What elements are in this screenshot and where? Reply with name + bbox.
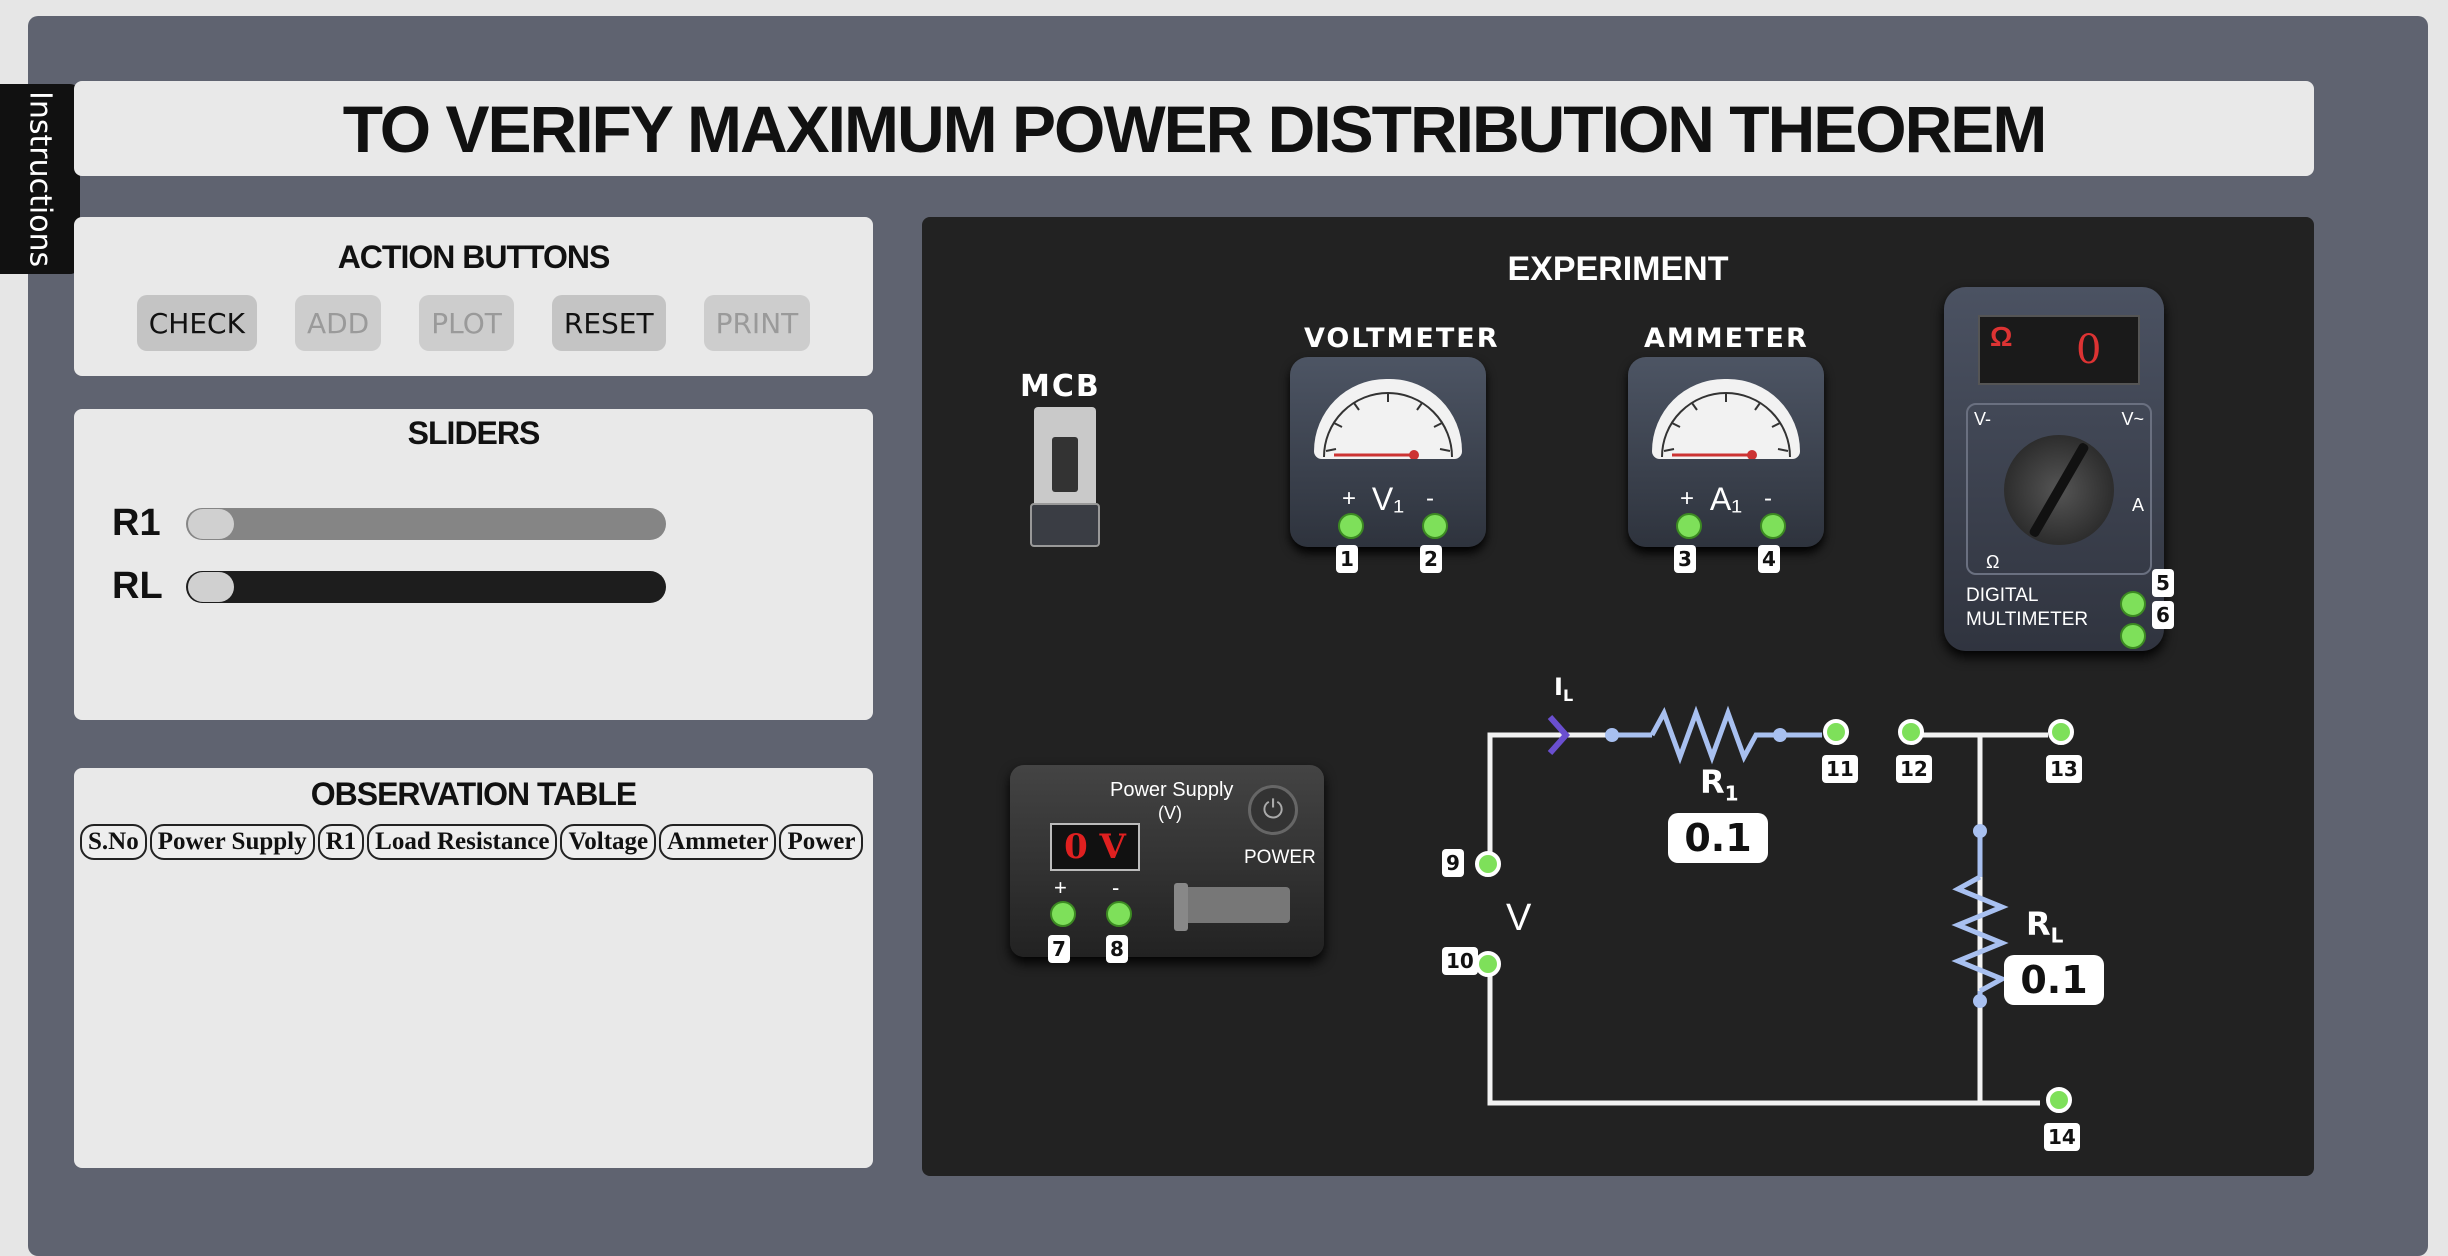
rl-slider[interactable] (186, 570, 666, 603)
rl-circuit-label: RL (2026, 905, 2063, 947)
terminal-label-13: 13 (2046, 755, 2082, 783)
action-buttons-heading: ACTION BUTTONS (337, 239, 611, 275)
slider-row-r1: R1 (112, 502, 666, 545)
r1-slider-label: R1 (112, 502, 161, 544)
plot-button[interactable]: PLOT (419, 295, 514, 351)
il-label-main: I (1554, 673, 1563, 701)
action-buttons-panel: ACTION BUTTONS CHECK ADD PLOT RESET PRIN… (74, 217, 873, 376)
terminal-12[interactable] (1898, 719, 1924, 745)
column-header: Ammeter (659, 824, 777, 860)
rl-value-display: 0.1 (2004, 955, 2104, 1005)
column-header: Power Supply (149, 824, 315, 860)
slider-row-rl: RL (112, 565, 666, 608)
terminal-label-12: 12 (1896, 755, 1932, 783)
r1-value-display: 0.1 (1668, 813, 1768, 863)
title-bar: TO VERIFY MAXIMUM POWER DISTRIBUTION THE… (74, 81, 2314, 176)
rl-slider-label: RL (112, 565, 163, 607)
terminal-label-10: 10 (1442, 947, 1478, 975)
instructions-tab[interactable]: Instructions (0, 84, 80, 274)
terminal-11[interactable] (1823, 719, 1849, 745)
experiment-panel: EXPERIMENT MCB VOLTMETER V₁ + - 1 2 AMME… (922, 217, 2314, 1176)
r1-slider[interactable] (186, 507, 666, 540)
terminal-13[interactable] (2048, 719, 2074, 745)
r1-circuit-label-main: R (1700, 763, 1725, 801)
r1-circuit-label-sub: 1 (1724, 781, 1739, 806)
sliders-panel: SLIDERS R1 RL (74, 409, 873, 720)
reset-button[interactable]: RESET (551, 295, 666, 351)
observation-table-heading: OBSERVATION TABLE (310, 776, 638, 812)
add-button[interactable]: ADD (294, 295, 382, 351)
terminal-10[interactable] (1475, 951, 1501, 977)
column-header: Load Resistance (367, 824, 558, 860)
observation-table-header: S.No Power Supply R1 Load Resistance Vol… (80, 824, 864, 860)
rl-circuit-label-main: R (2026, 905, 2051, 943)
circuit-diagram (1487, 705, 2048, 1106)
check-button[interactable]: CHECK (136, 295, 257, 351)
r1-circuit-label: R1 (1700, 763, 1739, 805)
page-title: TO VERIFY MAXIMUM POWER DISTRIBUTION THE… (342, 91, 2048, 166)
terminal-14[interactable] (2046, 1087, 2072, 1113)
column-header: Voltage (560, 824, 657, 860)
column-header: R1 (317, 824, 365, 860)
sliders-heading: SLIDERS (407, 415, 541, 451)
il-label: IL (1554, 673, 1573, 705)
il-label-sub: L (1562, 685, 1574, 705)
print-button[interactable]: PRINT (703, 295, 811, 351)
terminal-label-9: 9 (1442, 849, 1464, 877)
terminal-9[interactable] (1475, 851, 1501, 877)
action-buttons-row: CHECK ADD PLOT RESET PRINT (74, 295, 873, 351)
column-header: S.No (80, 824, 147, 860)
observation-table-panel: OBSERVATION TABLE S.No Power Supply R1 L… (74, 768, 873, 1168)
terminal-label-14: 14 (2044, 1123, 2080, 1151)
r1-slider-thumb[interactable] (188, 508, 234, 539)
column-header: Power (779, 824, 864, 860)
rl-slider-thumb[interactable] (188, 571, 234, 602)
v-source-label: V (1506, 897, 1532, 939)
terminal-label-11: 11 (1822, 755, 1858, 783)
rl-circuit-label-sub: L (2050, 923, 2064, 948)
instructions-tab-label: Instructions (22, 90, 58, 268)
